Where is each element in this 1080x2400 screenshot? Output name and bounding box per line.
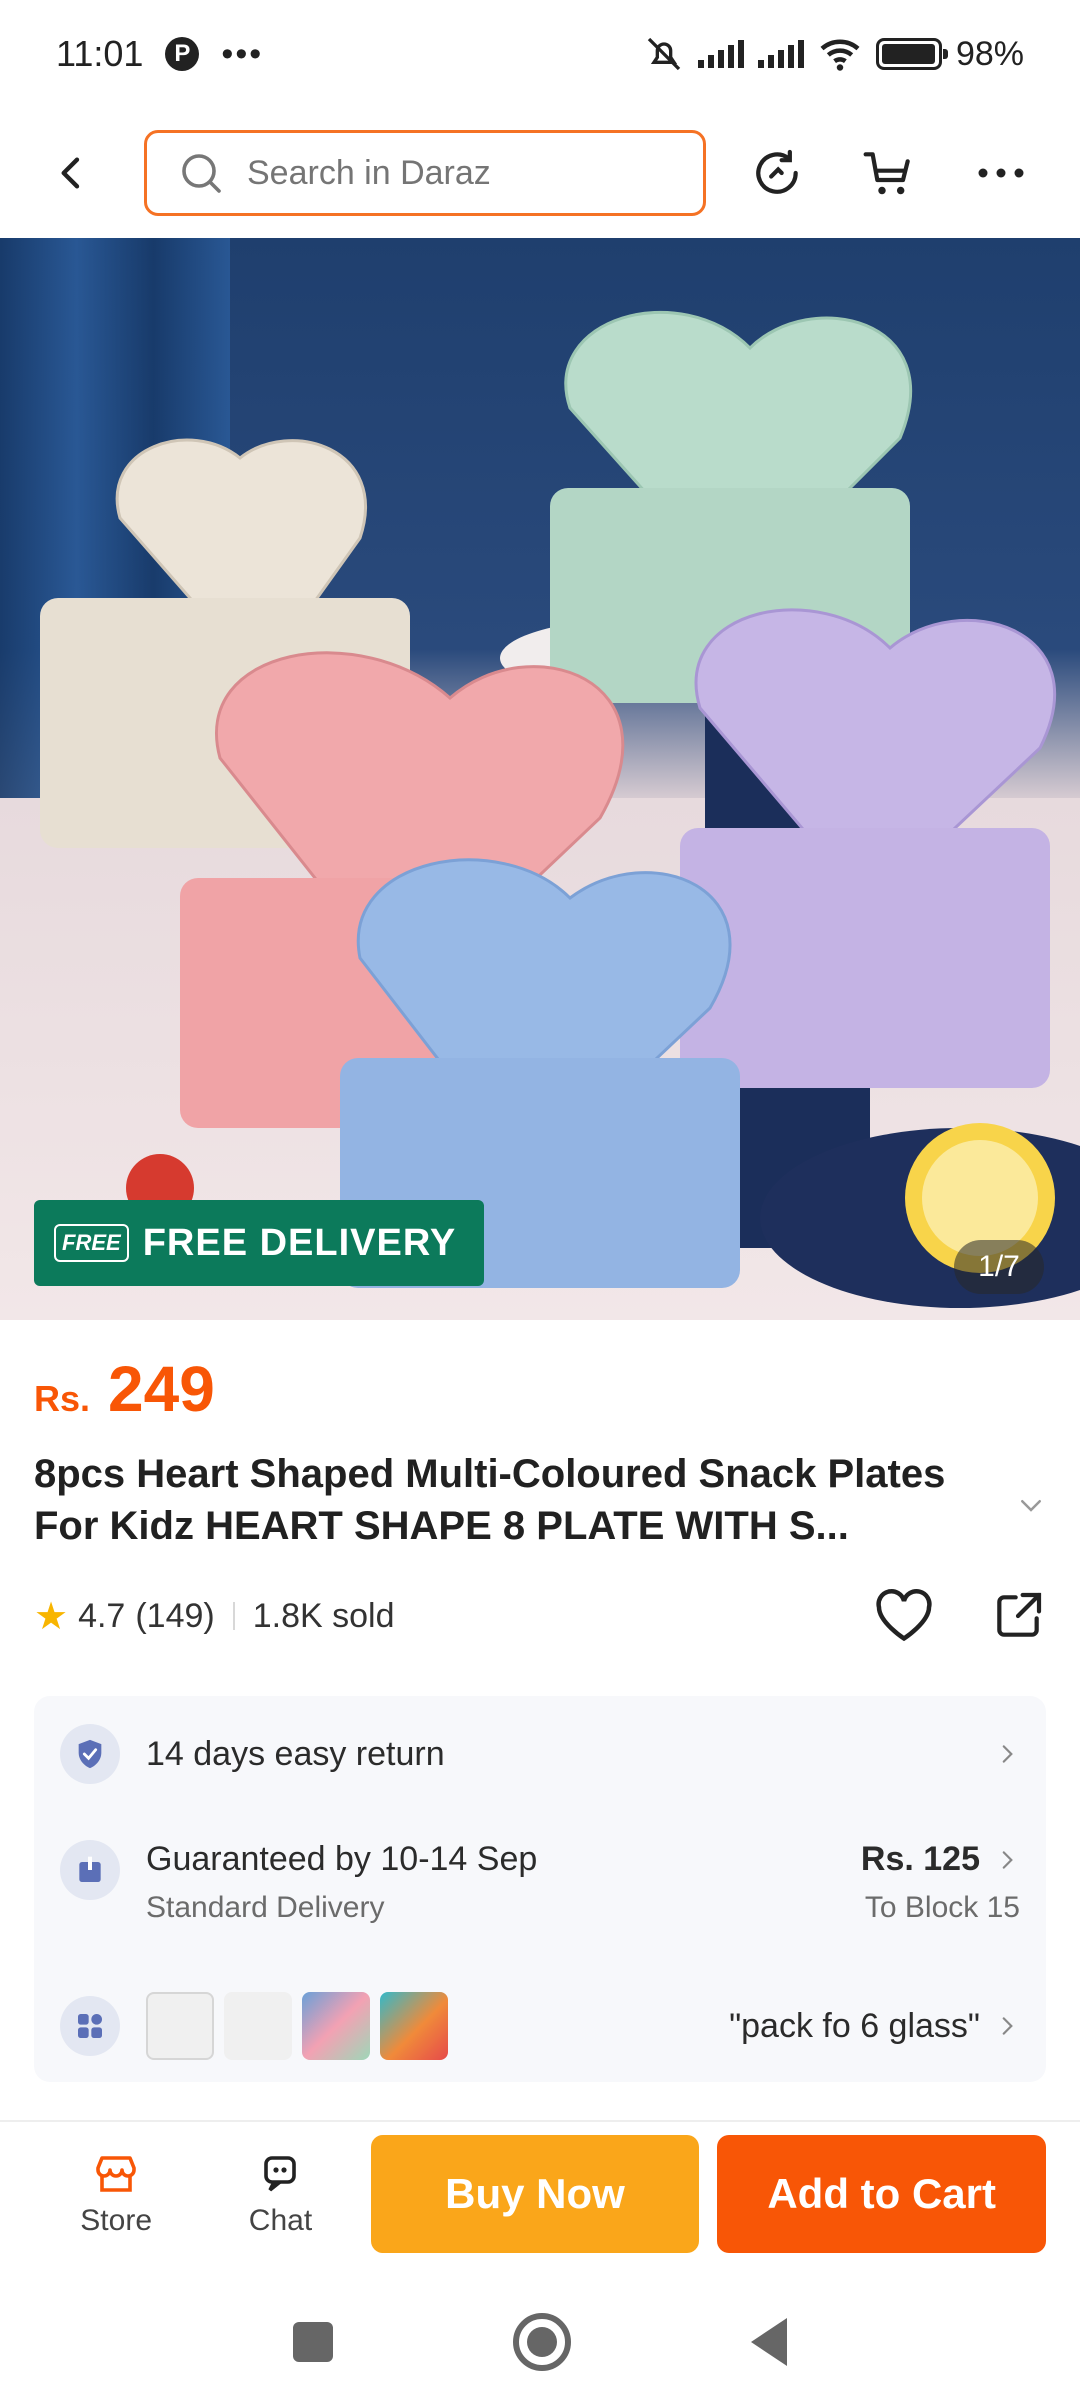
more-notifications-icon: ••• — [221, 34, 264, 73]
variant-thumbnail[interactable] — [146, 1992, 214, 2060]
free-delivery-label: FREE DELIVERY — [142, 1221, 457, 1264]
variant-row[interactable]: "pack fo 6 glass" — [60, 1992, 1020, 2060]
search-input[interactable]: Search in Daraz — [144, 130, 706, 216]
variant-thumbnail[interactable] — [302, 1992, 370, 2060]
variant-thumbnail[interactable] — [380, 1992, 448, 2060]
service-info-card: 14 days easy return Guaranteed by 10-14 … — [34, 1696, 1046, 2082]
signal-icon — [697, 40, 744, 68]
image-counter: 1/7 — [954, 1240, 1044, 1294]
back-arrow-icon — [61, 157, 80, 189]
signal-icon-2 — [757, 40, 804, 68]
more-dots-icon — [978, 168, 1024, 178]
system-nav-bar — [0, 2284, 1080, 2400]
variant-thumbnail[interactable] — [224, 1992, 292, 2060]
rating-value[interactable]: 4.7 — [78, 1597, 125, 1636]
chevron-right-icon — [1002, 1745, 1013, 1763]
delivery-price: Rs. 125 — [860, 1840, 980, 1878]
shield-check-icon — [60, 1724, 120, 1784]
search-icon — [182, 154, 221, 193]
heart-plates-illustration — [40, 310, 1080, 1308]
battery-percent: 98% — [955, 34, 1024, 73]
more-options-button[interactable] — [968, 140, 1034, 206]
store-icon — [96, 2156, 136, 2192]
divider — [232, 1602, 235, 1630]
chat-button[interactable]: Chat — [198, 2150, 362, 2238]
status-bar: 11:01 P ••• 98% — [0, 0, 1080, 108]
chevron-down-icon[interactable] — [1016, 1490, 1046, 1520]
chat-label: Chat — [248, 2204, 313, 2237]
review-count[interactable]: (149) — [135, 1597, 214, 1636]
delivery-guarantee: Guaranteed by 10-14 Sep — [146, 1840, 538, 1878]
free-delivery-badge: FREE FREE DELIVERY — [34, 1200, 484, 1286]
delivery-type: Standard Delivery — [146, 1891, 385, 1924]
product-title[interactable]: 8pcs Heart Shaped Multi-Coloured Snack P… — [34, 1448, 994, 1552]
status-time: 11:01 — [56, 33, 144, 74]
free-truck-icon: FREE — [54, 1224, 129, 1262]
wifi-icon — [820, 39, 860, 71]
delivery-location: To Block 15 — [864, 1891, 1020, 1924]
return-policy-text: 14 days easy return — [146, 1734, 445, 1773]
system-back-button[interactable] — [751, 2318, 787, 2366]
price-value: 249 — [108, 1353, 215, 1425]
variants-grid-icon — [60, 1996, 120, 2056]
wishlist-heart-icon[interactable] — [874, 1588, 934, 1644]
refresh-button[interactable] — [744, 140, 810, 206]
mute-bell-icon — [647, 37, 681, 71]
rating-row: ★ 4.7 (149) 1.8K sold — [34, 1588, 1046, 1644]
refresh-icon — [756, 149, 798, 194]
buy-now-button[interactable]: Buy Now — [370, 2135, 700, 2253]
home-button[interactable] — [513, 2313, 571, 2371]
selected-variant: "pack fo 6 glass" — [729, 2006, 980, 2045]
search-placeholder: Search in Daraz — [247, 153, 491, 192]
store-label: Store — [80, 2204, 153, 2237]
share-icon[interactable] — [990, 1588, 1046, 1644]
back-button[interactable] — [40, 141, 104, 205]
cart-button[interactable] — [856, 140, 922, 206]
chevron-right-icon — [1002, 1850, 1013, 1869]
battery-icon — [875, 38, 948, 70]
add-to-cart-button[interactable]: Add to Cart — [717, 2135, 1046, 2253]
price-currency: Rs. — [34, 1378, 91, 1419]
header: Search in Daraz — [0, 108, 1080, 238]
pinterest-icon: P — [165, 37, 200, 71]
store-button[interactable]: Store — [34, 2150, 198, 2238]
return-policy-row[interactable]: 14 days easy return — [60, 1724, 1020, 1784]
divider — [0, 2120, 1080, 2122]
sold-count: 1.8K sold — [252, 1596, 395, 1635]
cart-icon — [863, 152, 910, 195]
price-row: Rs. 249 — [34, 1352, 215, 1426]
delivery-box-icon — [60, 1840, 120, 1900]
chat-icon — [264, 2156, 297, 2192]
star-icon: ★ — [34, 1595, 69, 1638]
chevron-right-icon — [1002, 2017, 1013, 2035]
product-image[interactable]: FREE FREE DELIVERY 1/7 — [0, 238, 1080, 1320]
bottom-action-bar: Store Chat Buy Now Add to Cart — [0, 2124, 1080, 2264]
recents-button[interactable] — [293, 2322, 333, 2362]
delivery-row[interactable]: Guaranteed by 10-14 Sep Standard Deliver… — [60, 1840, 1020, 1925]
